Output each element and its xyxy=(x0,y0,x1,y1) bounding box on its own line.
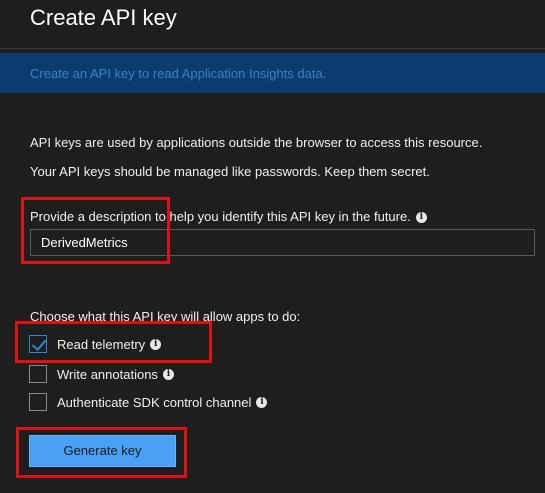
title-divider xyxy=(0,48,545,49)
generate-key-button[interactable]: Generate key xyxy=(29,435,176,467)
page-title: Create API key xyxy=(30,5,177,30)
permissions-label: Choose what this API key will allow apps… xyxy=(30,309,301,324)
write-annotations-option[interactable]: Write annotations i xyxy=(29,364,174,384)
checkmark-icon xyxy=(31,335,47,352)
intro-line-2: Your API keys should be managed like pas… xyxy=(30,164,430,179)
authenticate-sdk-option[interactable]: Authenticate SDK control channel i xyxy=(29,392,268,412)
read-telemetry-option[interactable]: Read telemetry i xyxy=(29,334,162,354)
description-input[interactable] xyxy=(30,229,535,256)
banner-text: Create an API key to read Application In… xyxy=(30,66,327,81)
description-label: Provide a description to help you identi… xyxy=(30,209,427,224)
info-banner: Create an API key to read Application In… xyxy=(0,53,545,93)
read-telemetry-checkbox[interactable] xyxy=(29,335,47,353)
description-label-text: Provide a description to help you identi… xyxy=(30,209,411,224)
intro-line-1: API keys are used by applications outsid… xyxy=(30,135,483,150)
info-icon[interactable]: i xyxy=(162,368,174,380)
create-api-key-blade: Create API key Create an API key to read… xyxy=(0,0,545,493)
write-annotations-label: Write annotations xyxy=(57,366,158,382)
read-telemetry-label: Read telemetry xyxy=(57,336,146,352)
info-icon[interactable]: i xyxy=(415,212,427,224)
info-icon[interactable]: i xyxy=(150,338,162,350)
authenticate-sdk-checkbox[interactable] xyxy=(29,393,47,411)
info-icon[interactable]: i xyxy=(256,396,268,408)
write-annotations-checkbox[interactable] xyxy=(29,365,47,383)
authenticate-sdk-label: Authenticate SDK control channel xyxy=(57,394,252,410)
